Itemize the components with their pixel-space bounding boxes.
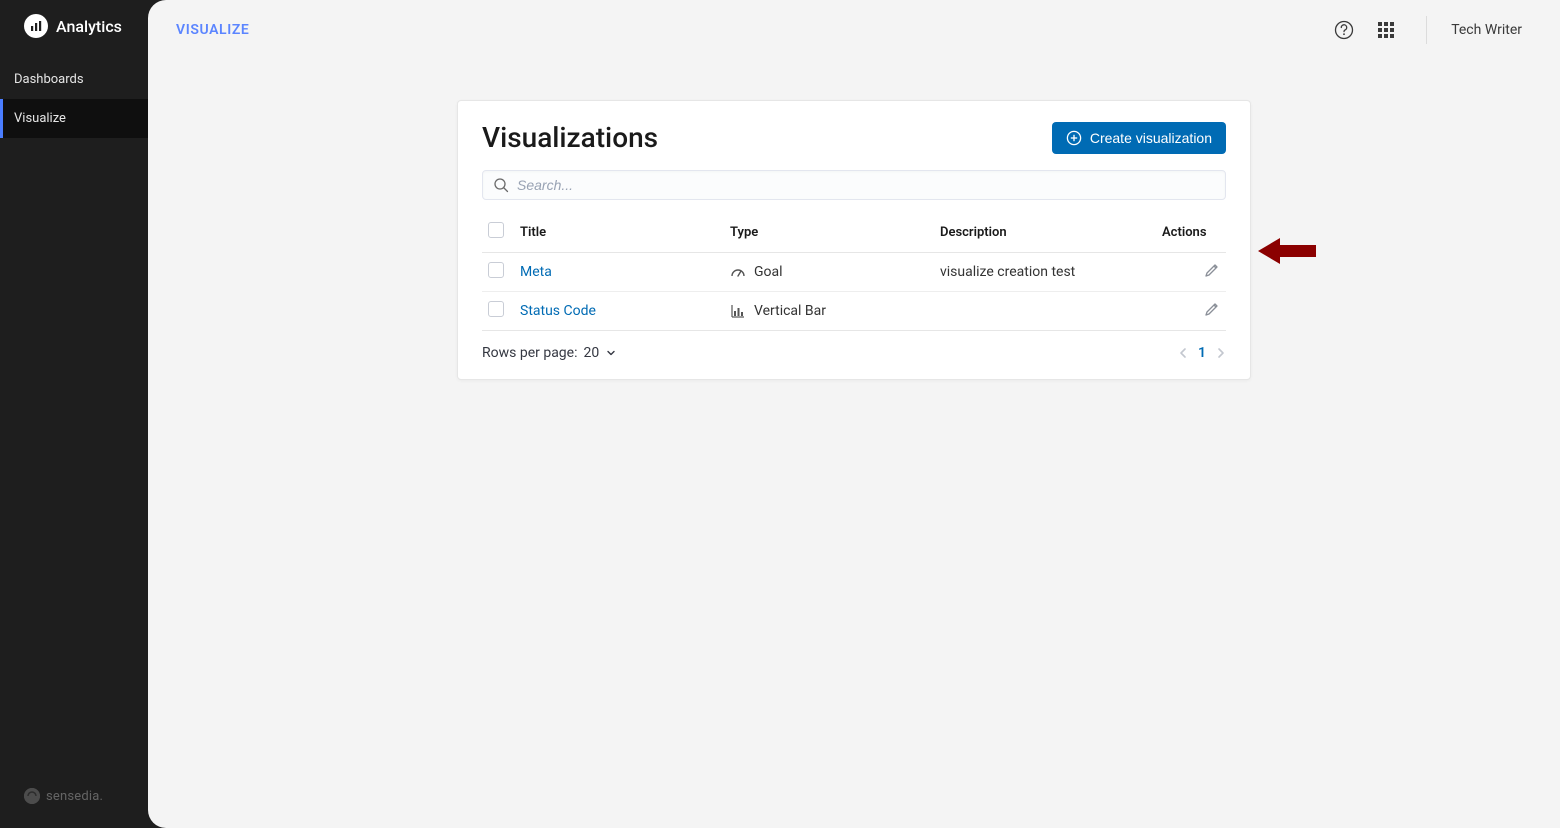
sidebar-item-visualize[interactable]: Visualize (0, 99, 148, 138)
brand-logo[interactable]: Analytics (0, 0, 148, 52)
sidebar: Analytics Dashboards Visualize sensedia. (0, 0, 148, 828)
row-checkbox[interactable] (488, 262, 504, 278)
description-cell: visualize creation test (934, 253, 1156, 292)
search-input[interactable] (517, 177, 1215, 193)
sidebar-nav: Dashboards Visualize (0, 52, 148, 138)
chevron-left-icon (1178, 347, 1188, 359)
pencil-icon (1204, 301, 1220, 317)
sidebar-item-dashboards[interactable]: Dashboards (0, 60, 148, 99)
column-description[interactable]: Description (934, 212, 1156, 253)
edit-button[interactable] (1204, 301, 1220, 317)
apps-button[interactable] (1370, 14, 1402, 46)
pager-current[interactable]: 1 (1198, 345, 1206, 361)
table-row: Status Code Vertical Bar (482, 292, 1226, 331)
pencil-icon (1204, 262, 1220, 278)
create-visualization-button[interactable]: Create visualization (1052, 122, 1226, 154)
column-title[interactable]: Title (514, 212, 724, 253)
type-label: Vertical Bar (754, 303, 826, 319)
chevron-right-icon (1216, 347, 1226, 359)
table-row: Meta Goal visualize creation test (482, 253, 1226, 292)
bar-chart-icon (24, 14, 48, 38)
rows-per-page-selector[interactable]: Rows per page: 20 (482, 345, 617, 361)
column-type[interactable]: Type (724, 212, 934, 253)
rows-per-page-value: 20 (583, 345, 599, 361)
select-all-checkbox[interactable] (488, 222, 504, 238)
visualization-title-link[interactable]: Status Code (520, 303, 596, 319)
annotation-arrow (1258, 236, 1316, 266)
visualizations-table: Title Type Description Actions Meta (482, 212, 1226, 331)
topbar: VISUALIZE Tech Writer (148, 0, 1560, 60)
pager-prev (1178, 347, 1188, 359)
column-actions: Actions (1156, 212, 1226, 253)
apps-grid-icon (1377, 21, 1395, 39)
sidebar-footer-text: sensedia. (46, 789, 103, 804)
visualizations-card: Visualizations Create visualization Titl (457, 100, 1251, 380)
help-button[interactable] (1328, 14, 1360, 46)
topbar-separator (1426, 16, 1427, 44)
edit-button[interactable] (1204, 262, 1220, 278)
chevron-down-icon (605, 347, 617, 359)
goal-icon (730, 264, 746, 280)
help-icon (1334, 20, 1354, 40)
pager-next (1216, 347, 1226, 359)
type-label: Goal (754, 264, 783, 280)
sidebar-footer-logo[interactable]: sensedia. (0, 772, 148, 828)
create-visualization-label: Create visualization (1090, 130, 1212, 146)
description-cell (934, 292, 1156, 331)
vertical-bar-icon (730, 303, 746, 319)
sensedia-icon (24, 788, 40, 804)
main-frame: VISUALIZE Tech Writer Visualizations (148, 0, 1560, 828)
brand-name: Analytics (56, 17, 122, 36)
row-checkbox[interactable] (488, 301, 504, 317)
breadcrumb-title: VISUALIZE (176, 22, 249, 38)
user-menu[interactable]: Tech Writer (1451, 22, 1522, 38)
search-field[interactable] (482, 170, 1226, 200)
card-heading: Visualizations (482, 121, 658, 154)
search-icon (493, 177, 509, 193)
plus-circle-icon (1066, 130, 1082, 146)
rows-per-page-label: Rows per page: (482, 345, 577, 361)
visualization-title-link[interactable]: Meta (520, 264, 552, 280)
